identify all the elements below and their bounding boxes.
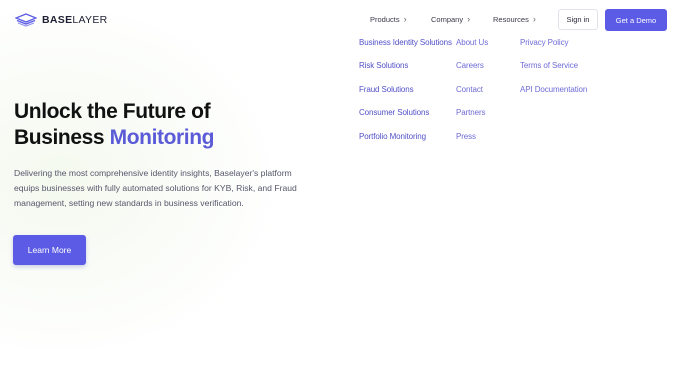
stacked-layers-icon [15,13,37,27]
nav-resources[interactable]: Resources › [493,14,536,24]
hero-headline-line2: Business Monitoring [14,126,215,149]
hero-headline: Unlock the Future of Business Monitoring [14,99,214,151]
brand-logo[interactable]: BASELAYER [15,12,108,28]
brand-name: BASELAYER [42,14,108,26]
chevron-right-icon: › [467,14,471,24]
signin-button[interactable]: Sign in [558,9,598,30]
nav-company-label: Company [431,14,464,24]
menu-link-about[interactable]: About Us [456,38,488,47]
menu-link-business-identity[interactable]: Business Identity Solutions [359,38,452,47]
chevron-right-icon: › [532,14,536,24]
menu-link-partners[interactable]: Partners [456,108,486,117]
nav-company[interactable]: Company › [431,14,470,24]
nav-products-label: Products [370,14,400,24]
menu-link-press[interactable]: Press [456,132,476,141]
get-demo-button[interactable]: Get a Demo [605,9,667,31]
menu-link-terms[interactable]: Terms of Service [520,61,578,70]
hero-headline-line1: Unlock the Future of [14,100,211,123]
chevron-right-icon: › [403,14,407,24]
menu-link-careers[interactable]: Careers [456,61,484,70]
nav-products[interactable]: Products › [370,14,407,24]
hero-description: Delivering the most comprehensive identi… [14,168,297,208]
menu-link-contact[interactable]: Contact [456,85,483,94]
learn-more-button[interactable]: Learn More [13,235,86,265]
menu-link-portfolio[interactable]: Portfolio Monitoring [359,132,426,141]
menu-link-risk[interactable]: Risk Solutions [359,61,408,70]
nav-resources-label: Resources [493,14,529,24]
hero-headline-accent: Monitoring [109,126,215,149]
menu-link-fraud[interactable]: Fraud Solutions [359,85,414,94]
menu-link-api-docs[interactable]: API Documentation [520,85,587,94]
menu-link-privacy[interactable]: Privacy Policy [520,38,568,47]
menu-link-consumer[interactable]: Consumer Solutions [359,108,429,117]
